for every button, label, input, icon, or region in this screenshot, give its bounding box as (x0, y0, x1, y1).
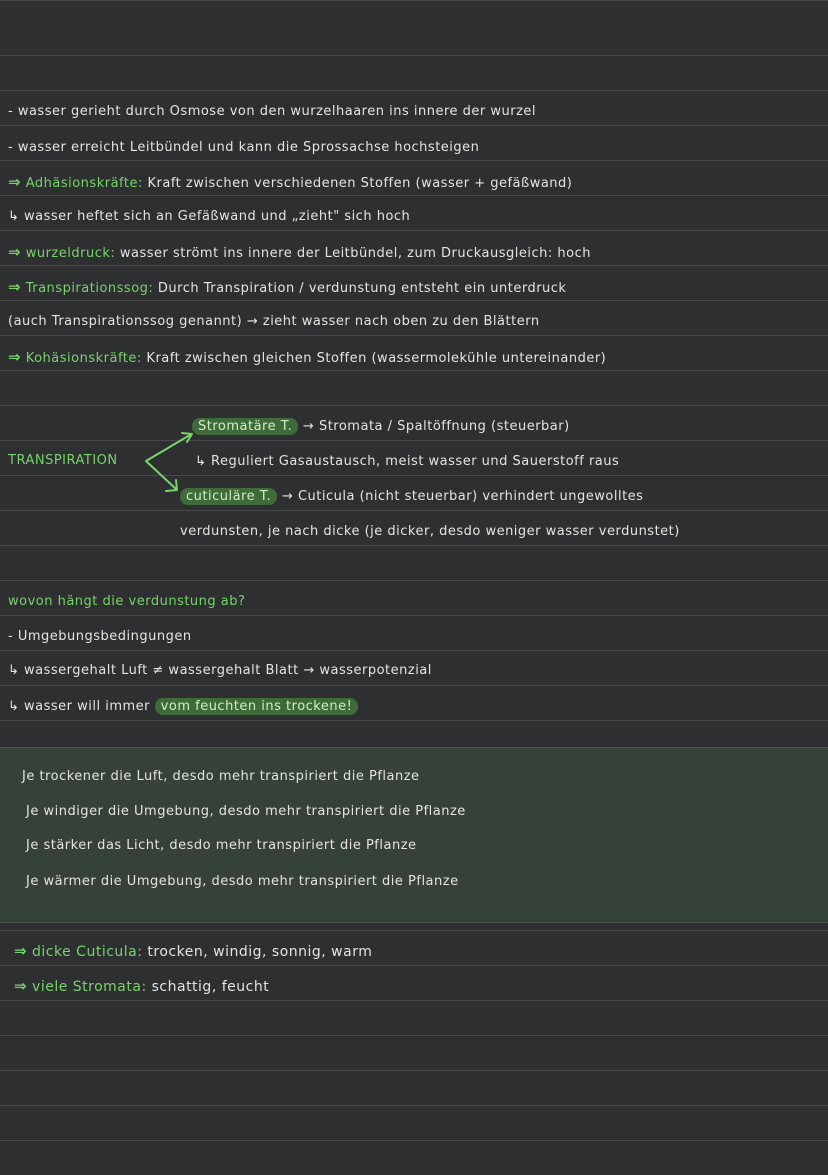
stromataere-transpiration: Stromatäre T. → Stromata / Spaltöffnung … (192, 418, 570, 435)
wasser-will-line: ↳ wasser will immer vom feuchten ins tro… (8, 698, 359, 715)
arrow-icon: ⇒ (8, 173, 22, 191)
term-viele-stromata: viele Stromata: (32, 979, 147, 995)
cuticula-dicke-text: verdunsten, je nach dicke (je dicker, de… (180, 524, 680, 539)
cuticula-conditions: trocken, windig, sonnig, warm (147, 944, 373, 960)
summary-stromata: ⇒ viele Stromata: schattig, feucht (14, 977, 269, 995)
stromata-text: → Stromata / Spaltöffnung (steuerbar) (302, 419, 570, 434)
transpiration-label: TRANSPIRATION (8, 453, 118, 468)
arrow-icon: ⇒ (14, 942, 28, 960)
branch-arrows-icon (145, 432, 193, 492)
box-line-licht: Je stärker das Licht, desdo mehr transpi… (26, 838, 417, 853)
stromata-conditions: schattig, feucht (151, 979, 270, 995)
feucht-trocken-highlight: vom feuchten ins trockene! (154, 698, 359, 715)
arrow-icon: ⇒ (8, 278, 22, 296)
note-line-gefaesswand: ↳ wasser heftet sich an Gefäßwand und „z… (8, 209, 411, 224)
reguliert-gasaustausch: ↳ Reguliert Gasaustausch, meist wasser u… (195, 454, 620, 469)
note-line-osmose: - wasser gerieht durch Osmose von den wu… (8, 104, 537, 119)
question-heading: wovon hängt die verdunstung ab? (8, 594, 246, 609)
cuticula-text: → Cuticula (nicht steuerbar) verhindert … (281, 489, 644, 504)
summary-cuticula: ⇒ dicke Cuticula: trocken, windig, sonni… (14, 942, 372, 960)
term-adhaesionskraefte: Adhäsionskräfte: (25, 176, 143, 191)
definition-text: wasser strömt ins innere der Leitbündel,… (119, 246, 591, 261)
box-line-wind: Je windiger die Umgebung, desdo mehr tra… (26, 804, 466, 819)
cuticulaere-transpiration: cuticuläre T. → Cuticula (nicht steuerba… (180, 488, 644, 505)
note-line-adhaesion: ⇒ Adhäsionskräfte: Kraft zwischen versch… (8, 173, 572, 191)
term-dicke-cuticula: dicke Cuticula: (32, 944, 143, 960)
term-transpirationssog: Transpirationssog: (25, 281, 154, 296)
term-wurzeldruck: wurzeldruck: (25, 246, 116, 261)
term-kohaesionskraefte: Kohäsionskräfte: (25, 351, 142, 366)
note-line-transpirationssog: ⇒ Transpirationssog: Durch Transpiration… (8, 278, 566, 296)
term-stromataere: Stromatäre T. (192, 418, 299, 435)
arrow-icon: ⇒ (8, 348, 22, 366)
definition-text: Kraft zwischen gleichen Stoffen (wasserm… (146, 351, 607, 366)
wasser-will-text: ↳ wasser will immer (8, 699, 151, 714)
definition-text: Durch Transpiration / verdunstung entste… (157, 281, 567, 296)
note-line-sog-blaetter: (auch Transpirationssog genannt) → zieht… (8, 314, 540, 329)
wasserpotenzial-line: ↳ wassergehalt Luft ≠ wassergehalt Blatt… (8, 663, 432, 678)
note-line-kohaesion: ⇒ Kohäsionskräfte: Kraft zwischen gleich… (8, 348, 606, 366)
definition-text: Kraft zwischen verschiedenen Stoffen (wa… (147, 176, 573, 191)
arrow-icon: ⇒ (8, 243, 22, 261)
umgebungsbedingungen: - Umgebungsbedingungen (8, 629, 192, 644)
note-line-leitbuendel: - wasser erreicht Leitbündel und kann di… (8, 140, 480, 155)
box-line-luft: Je trockener die Luft, desdo mehr transp… (22, 769, 420, 784)
box-line-waerme: Je wärmer die Umgebung, desdo mehr trans… (26, 874, 459, 889)
note-line-wurzeldruck: ⇒ wurzeldruck: wasser strömt ins innere … (8, 243, 591, 261)
arrow-icon: ⇒ (14, 977, 28, 995)
term-cuticulaere: cuticuläre T. (180, 488, 278, 505)
